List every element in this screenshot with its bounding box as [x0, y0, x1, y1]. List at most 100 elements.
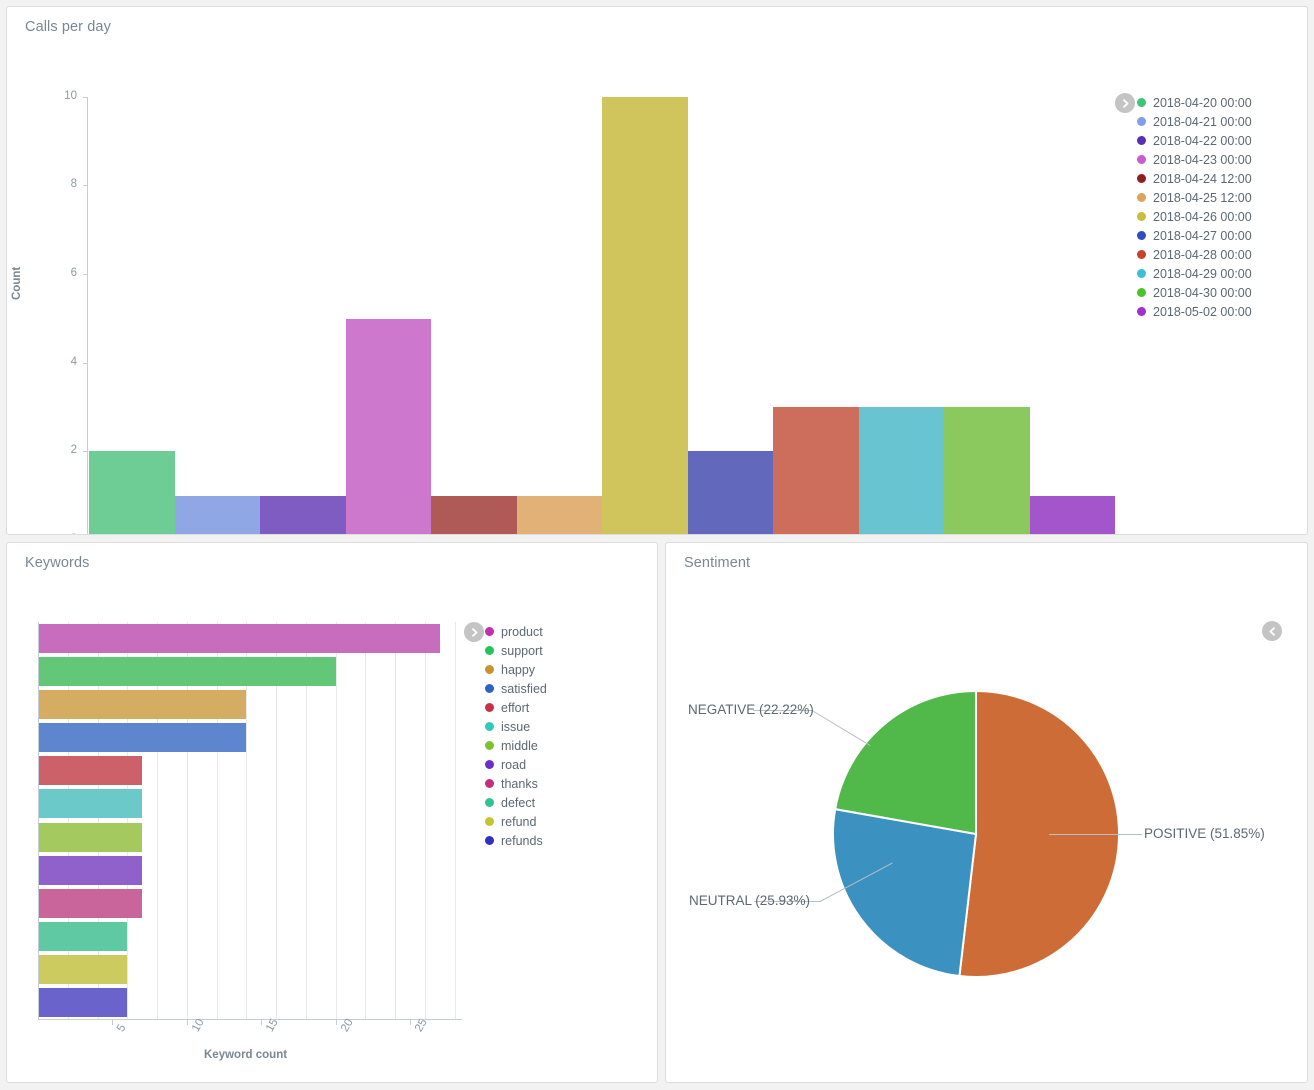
y-tick [83, 97, 88, 98]
bar-keyword[interactable] [38, 624, 440, 654]
x-tick [186, 1020, 188, 1025]
pie-label-positive: POSITIVE (51.85%) [1144, 826, 1265, 841]
pie-slice-negative[interactable] [834, 689, 977, 836]
legend-item-label: 2018-05-02 00:00 [1153, 304, 1252, 319]
bar-calls[interactable] [260, 495, 346, 534]
bar-calls[interactable] [89, 451, 175, 534]
legend-calls-per-day[interactable]: 2018-04-20 00:00 2018-04-21 00:00 2018-04-… [1137, 93, 1252, 321]
bar-keyword[interactable] [38, 657, 336, 687]
legend-item-calls[interactable]: 2018-04-21 00:00 [1137, 112, 1252, 131]
legend-item-keyword[interactable]: refund [485, 812, 547, 831]
legend-item-label: happy [501, 662, 536, 677]
bar-calls[interactable] [431, 495, 517, 534]
panel-title-sentiment: Sentiment [684, 555, 751, 571]
legend-color-dot [1137, 193, 1146, 202]
legend-color-dot [1137, 231, 1146, 240]
legend-item-keyword[interactable]: satisfied [485, 679, 547, 698]
x-tick [112, 1020, 114, 1025]
legend-item-calls[interactable]: 2018-04-26 00:00 [1137, 207, 1252, 226]
legend-item-label: product [501, 624, 543, 639]
legend-item-calls[interactable]: 2018-04-30 00:00 [1137, 283, 1252, 302]
legend-item-label: refunds [501, 833, 543, 848]
bar-calls[interactable] [602, 97, 688, 534]
x-tick [261, 1020, 263, 1025]
legend-next-arrow-calls[interactable] [1115, 93, 1135, 113]
bar-series-calls [89, 97, 1115, 534]
legend-item-label: 2018-04-28 00:00 [1153, 247, 1252, 262]
legend-next-arrow-keywords[interactable] [464, 622, 484, 642]
legend-item-keyword[interactable]: middle [485, 736, 547, 755]
legend-color-dot [485, 760, 494, 769]
legend-item-label: 2018-04-22 00:00 [1153, 133, 1252, 148]
y-axis-line [87, 97, 88, 534]
bar-keyword[interactable] [38, 690, 247, 720]
legend-item-calls[interactable]: 2018-04-23 00:00 [1137, 150, 1252, 169]
bar-calls[interactable] [687, 451, 773, 534]
legend-item-label: defect [501, 795, 536, 810]
legend-color-dot [485, 741, 494, 750]
bar-calls[interactable] [345, 318, 431, 534]
bar-calls[interactable] [858, 407, 944, 534]
legend-color-dot [1137, 212, 1146, 221]
legend-item-calls[interactable]: 2018-04-27 00:00 [1137, 226, 1252, 245]
legend-item-calls[interactable]: 2018-04-25 12:00 [1137, 188, 1252, 207]
bar-keyword[interactable] [38, 987, 128, 1017]
bar-calls[interactable] [773, 407, 859, 534]
legend-color-dot [485, 798, 494, 807]
legend-item-keyword[interactable]: refunds [485, 831, 547, 850]
pie-leader-line-positive [1049, 834, 1142, 835]
bar-keyword[interactable] [38, 888, 143, 918]
bar-keyword[interactable] [38, 822, 143, 852]
legend-color-dot [1137, 98, 1146, 107]
legend-item-calls[interactable]: 2018-04-24 12:00 [1137, 169, 1252, 188]
legend-item-label: road [501, 757, 527, 772]
legend-item-keyword[interactable]: road [485, 755, 547, 774]
bar-calls[interactable] [174, 495, 260, 534]
legend-item-label: refund [501, 814, 537, 829]
bar-keyword[interactable] [38, 954, 128, 984]
panel-title-calls-per-day: Calls per day [25, 19, 111, 35]
legend-item-calls[interactable]: 2018-04-22 00:00 [1137, 131, 1252, 150]
legend-color-dot [485, 703, 494, 712]
bar-keyword[interactable] [38, 723, 247, 753]
bar-calls[interactable] [516, 495, 602, 534]
legend-color-dot [1137, 136, 1146, 145]
legend-prev-arrow-sentiment[interactable] [1262, 621, 1282, 641]
y-axis-line [38, 622, 39, 1019]
y-tick-label: 6 [70, 267, 77, 279]
legend-item-label: 2018-04-25 12:00 [1153, 190, 1252, 205]
legend-item-keyword[interactable]: support [485, 641, 547, 660]
pie-slice-neutral[interactable] [832, 807, 978, 978]
legend-item-calls[interactable]: 2018-05-02 00:00 [1137, 302, 1252, 321]
bar-keyword[interactable] [38, 855, 143, 885]
chart-keywords: 5 10 15 20 25 Keyword count product support ha… [7, 571, 657, 1082]
bar-keyword[interactable] [38, 789, 143, 819]
pie-label-neutral: NEUTRAL (25.93%) [689, 893, 811, 908]
legend-keywords[interactable]: product support happy satisfied effort issue m… [485, 622, 547, 850]
legend-item-calls[interactable]: 2018-04-20 00:00 [1137, 93, 1252, 112]
legend-color-dot [1137, 250, 1146, 259]
legend-item-label: 2018-04-29 00:00 [1153, 266, 1252, 281]
legend-color-dot [485, 684, 494, 693]
legend-color-dot [485, 817, 494, 826]
bar-calls[interactable] [944, 407, 1030, 534]
legend-item-keyword[interactable]: issue [485, 717, 547, 736]
bar-keyword[interactable] [38, 756, 143, 786]
dashboard-root: Calls per day 10 8 6 4 2 0 Count [0, 0, 1314, 1090]
legend-item-keyword[interactable]: effort [485, 698, 547, 717]
legend-item-keyword[interactable]: defect [485, 793, 547, 812]
legend-color-dot [1137, 288, 1146, 297]
panel-sentiment: Sentiment POSITIVE (51.85%) NEGATIVE (22… [665, 542, 1308, 1083]
legend-item-calls[interactable]: 2018-04-28 00:00 [1137, 245, 1252, 264]
legend-item-calls[interactable]: 2018-04-29 00:00 [1137, 264, 1252, 283]
legend-item-keyword[interactable]: product [485, 622, 547, 641]
bar-calls[interactable] [1029, 495, 1115, 534]
bar-keyword[interactable] [38, 921, 128, 951]
legend-item-keyword[interactable]: happy [485, 660, 547, 679]
legend-item-label: support [501, 643, 543, 658]
legend-item-keyword[interactable]: thanks [485, 774, 547, 793]
legend-item-label: 2018-04-24 12:00 [1153, 171, 1252, 186]
y-tick [83, 451, 88, 452]
x-tick-label: 5 [115, 1022, 129, 1034]
legend-item-label: 2018-04-30 00:00 [1153, 285, 1252, 300]
